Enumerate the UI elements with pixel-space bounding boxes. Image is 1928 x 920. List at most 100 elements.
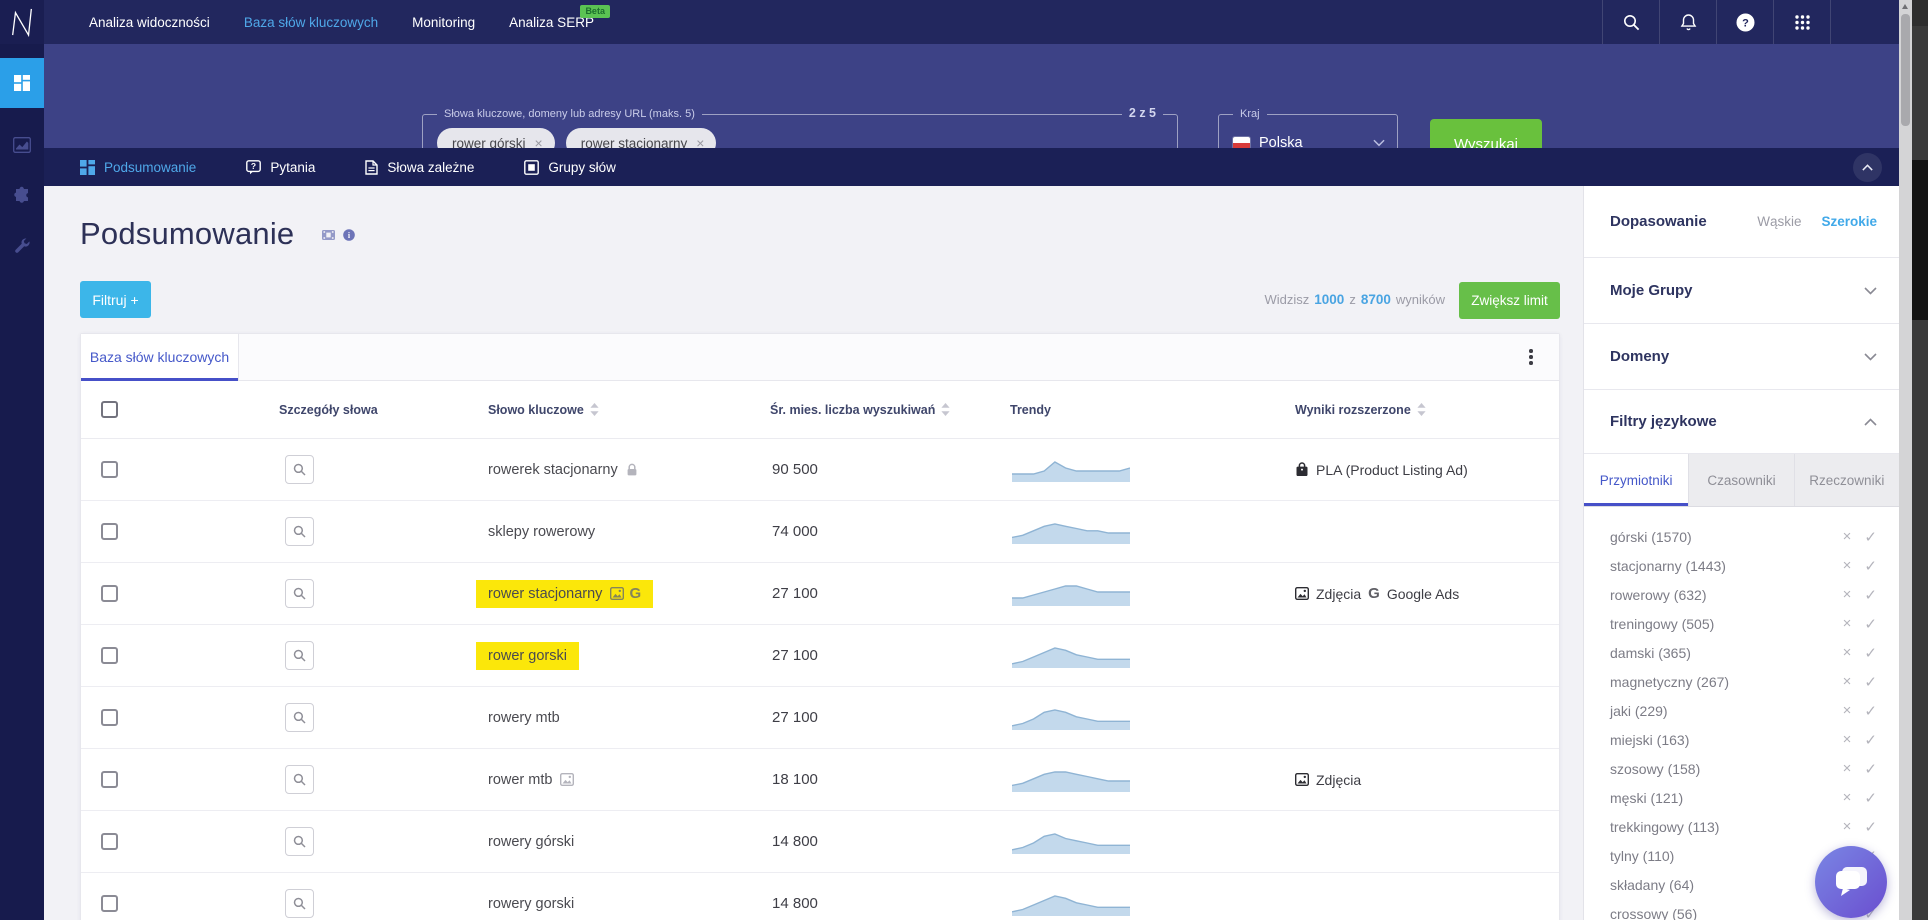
nav-item[interactable]: Analiza SERPBeta: [509, 15, 594, 30]
include-check-icon[interactable]: ✓: [1864, 528, 1877, 546]
include-check-icon[interactable]: ✓: [1864, 818, 1877, 836]
column-header[interactable]: Słowo kluczowe: [488, 403, 770, 417]
dashboard-icon: [13, 74, 31, 92]
subnav-tab[interactable]: Grupy słów: [524, 160, 616, 175]
nav-item[interactable]: Baza słów kluczowych: [244, 15, 378, 30]
include-check-icon[interactable]: ✓: [1864, 557, 1877, 575]
chat-button[interactable]: [1815, 846, 1887, 918]
include-check-icon[interactable]: ✓: [1864, 586, 1877, 604]
filter-term: tylny (110): [1610, 848, 1674, 864]
filter-tab[interactable]: Czasowniki: [1689, 454, 1794, 506]
keyword-details-button[interactable]: [285, 765, 314, 794]
keyword-details-button[interactable]: [285, 827, 314, 856]
results-total[interactable]: 8700: [1361, 292, 1391, 307]
tab-keyword-database[interactable]: Baza słów kluczowych: [81, 334, 239, 380]
app-logo[interactable]: [0, 0, 44, 44]
include-check-icon[interactable]: ✓: [1864, 644, 1877, 662]
keyword-cell[interactable]: rower stacjonarnyG: [476, 580, 653, 608]
subnav-tab[interactable]: Podsumowanie: [80, 160, 196, 175]
filter-tab[interactable]: Rzeczowniki: [1795, 454, 1899, 506]
filter-button[interactable]: Filtruj +: [80, 281, 151, 318]
filter-tab[interactable]: Przymiotniki: [1584, 454, 1689, 506]
exclude-x-icon[interactable]: ×: [1843, 644, 1852, 662]
column-header[interactable]: Wyniki rozszerzone: [1295, 403, 1559, 417]
row-checkbox[interactable]: [101, 647, 118, 664]
keyword-details-button[interactable]: [285, 889, 314, 918]
nav-item[interactable]: Analiza widoczności: [89, 15, 210, 30]
exclude-x-icon[interactable]: ×: [1843, 731, 1852, 749]
exclude-x-icon[interactable]: ×: [1843, 557, 1852, 575]
keyword-details-button[interactable]: [285, 579, 314, 608]
subnav-tab[interactable]: Słowa zależne: [365, 160, 474, 175]
kebab-menu-icon[interactable]: [1521, 347, 1541, 367]
table-row: rower gorski27 100: [81, 625, 1559, 687]
rail-item-dashboard[interactable]: [0, 58, 44, 108]
include-check-icon[interactable]: ✓: [1864, 789, 1877, 807]
filter-term: jaki (229): [1610, 703, 1668, 719]
exclude-x-icon[interactable]: ×: [1843, 615, 1852, 633]
row-checkbox[interactable]: [101, 585, 118, 602]
keyword-cell[interactable]: sklepy rowerowy: [488, 524, 595, 540]
keyword-details-button[interactable]: [285, 517, 314, 546]
notifications-bell-icon[interactable]: [1659, 0, 1716, 44]
window-scrollbar-thumb[interactable]: [1912, 160, 1928, 320]
nav-item[interactable]: Monitoring: [412, 15, 475, 30]
keyword-cell[interactable]: rower gorski: [476, 642, 579, 670]
match-option-broad[interactable]: Szerokie: [1821, 214, 1877, 229]
keyword-cell[interactable]: rowery mtb: [488, 710, 560, 726]
keyword-cell[interactable]: rowery gorski: [488, 896, 574, 912]
exclude-x-icon[interactable]: ×: [1843, 789, 1852, 807]
row-checkbox[interactable]: [101, 895, 118, 912]
window-scrollbar[interactable]: [1912, 0, 1928, 920]
rail-item-integrations[interactable]: [0, 170, 44, 220]
include-check-icon[interactable]: ✓: [1864, 673, 1877, 691]
exclude-x-icon[interactable]: ×: [1843, 673, 1852, 691]
section-domains[interactable]: Domeny: [1584, 324, 1899, 390]
search-icon[interactable]: [1602, 0, 1659, 44]
include-check-icon[interactable]: ✓: [1864, 702, 1877, 720]
row-checkbox[interactable]: [101, 523, 118, 540]
exclude-x-icon[interactable]: ×: [1843, 586, 1852, 604]
rail-item-charts[interactable]: [0, 120, 44, 170]
results-shown[interactable]: 1000: [1314, 292, 1344, 307]
row-checkbox[interactable]: [101, 771, 118, 788]
select-all-checkbox[interactable]: [101, 401, 118, 418]
increase-limit-button[interactable]: Zwiększ limit: [1459, 282, 1560, 319]
info-icon[interactable]: i: [343, 229, 355, 241]
match-option-narrow[interactable]: Wąskie: [1757, 214, 1801, 229]
apps-grid-icon[interactable]: [1773, 0, 1831, 44]
keyword-cell[interactable]: rowery górski: [488, 834, 574, 850]
keyword-details-button[interactable]: [285, 703, 314, 732]
collapse-panel-button[interactable]: [1853, 153, 1882, 182]
help-icon[interactable]: ?: [1716, 0, 1773, 44]
keyword-details-button[interactable]: [285, 455, 314, 484]
filter-item-actions: ×✓: [1843, 644, 1877, 662]
page-scrollbar-thumb[interactable]: [1901, 14, 1910, 126]
include-check-icon[interactable]: ✓: [1864, 760, 1877, 778]
row-checkbox[interactable]: [101, 709, 118, 726]
row-checkbox[interactable]: [101, 833, 118, 850]
keyword-details-button[interactable]: [285, 641, 314, 670]
section-language-filters[interactable]: Filtry językowe: [1584, 390, 1899, 454]
sort-icon[interactable]: [590, 403, 599, 416]
filter-item-actions: ×✓: [1843, 702, 1877, 720]
subnav-tab[interactable]: ?Pytania: [246, 160, 315, 175]
keyword-cell[interactable]: rowerek stacjonarny: [488, 462, 638, 478]
exclude-x-icon[interactable]: ×: [1843, 528, 1852, 546]
filter-list-item: trekkingowy (113)×✓: [1584, 812, 1899, 841]
row-checkbox[interactable]: [101, 461, 118, 478]
exclude-x-icon[interactable]: ×: [1843, 760, 1852, 778]
section-my-groups[interactable]: Moje Grupy: [1584, 258, 1899, 324]
rail-item-tools[interactable]: [0, 220, 44, 270]
sort-icon[interactable]: [1417, 403, 1426, 416]
exclude-x-icon[interactable]: ×: [1843, 702, 1852, 720]
table-row: rowery gorski14 800: [81, 873, 1559, 920]
exclude-x-icon[interactable]: ×: [1843, 818, 1852, 836]
include-check-icon[interactable]: ✓: [1864, 615, 1877, 633]
page-scrollbar[interactable]: [1899, 0, 1912, 920]
keyword-cell[interactable]: rower mtb: [488, 772, 574, 788]
column-header[interactable]: Śr. mies. liczba wyszukiwań: [770, 403, 1010, 417]
include-check-icon[interactable]: ✓: [1864, 731, 1877, 749]
sort-icon[interactable]: [941, 403, 950, 416]
scroll-up-arrow-icon[interactable]: [1902, 4, 1908, 9]
